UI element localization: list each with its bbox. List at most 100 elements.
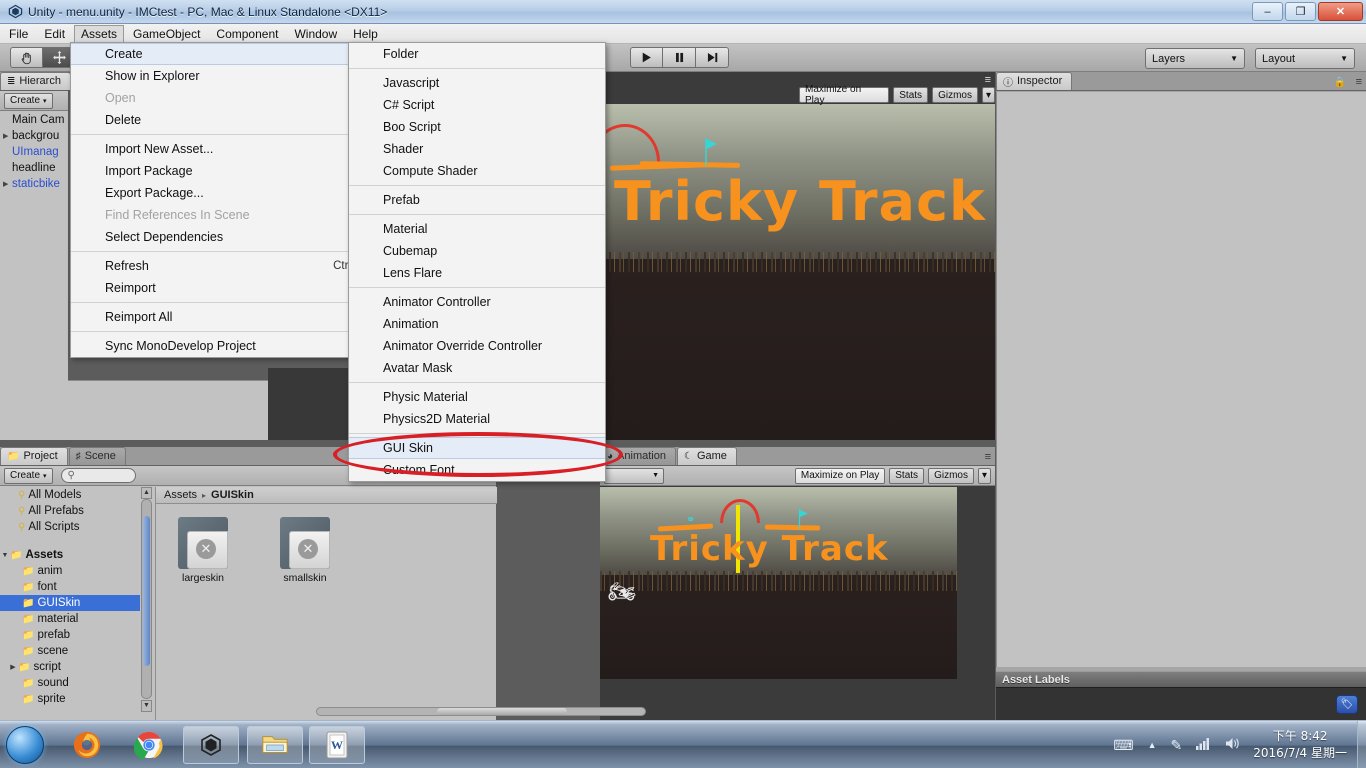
play-button[interactable] bbox=[630, 47, 663, 68]
tree-item-font[interactable]: 📁 font bbox=[0, 579, 140, 595]
tree-item-script[interactable]: ▶ 📁 script bbox=[0, 659, 140, 675]
tree-item-sprite[interactable]: 📁 sprite bbox=[0, 691, 140, 707]
aspect-dropdown[interactable]: ▼ bbox=[604, 467, 664, 484]
tree-item-assets[interactable]: ▼ 📁 Assets bbox=[0, 547, 140, 563]
menu-item-boo-script[interactable]: Boo Script bbox=[349, 116, 605, 138]
scene-stats-button[interactable]: Stats bbox=[893, 87, 929, 103]
tab-inspector[interactable]: ⓘ Inspector bbox=[996, 72, 1073, 90]
tree-item-guiskin[interactable]: 📁 GUISkin bbox=[0, 595, 140, 611]
show-hidden-icons-icon[interactable]: ▲ bbox=[1148, 740, 1157, 750]
breadcrumb-root[interactable]: Assets bbox=[164, 489, 197, 501]
menu-item-avatar-mask[interactable]: Avatar Mask bbox=[349, 357, 605, 379]
menu-item-reimport-all[interactable]: Reimport All bbox=[71, 306, 376, 328]
hierarchy-item[interactable]: Main Cam bbox=[0, 112, 68, 128]
menu-item-csharp-script[interactable]: C# Script bbox=[349, 94, 605, 116]
menu-item-create[interactable]: Create▶ bbox=[71, 43, 376, 65]
menu-item-reimport[interactable]: Reimport bbox=[71, 277, 376, 299]
tab-project[interactable]: 📁 Project bbox=[0, 447, 68, 465]
menu-item-material[interactable]: Material bbox=[349, 218, 605, 240]
menu-edit[interactable]: Edit bbox=[37, 25, 72, 43]
asset-item-largeskin[interactable]: ✕ largeskin bbox=[166, 517, 240, 584]
chevron-down-icon[interactable]: ▾ bbox=[981, 87, 995, 103]
tab-game[interactable]: ☾ Game bbox=[676, 447, 737, 465]
menu-gameobject[interactable]: GameObject bbox=[126, 25, 207, 43]
menu-window[interactable]: Window bbox=[287, 25, 344, 43]
close-button[interactable]: ✕ bbox=[1318, 2, 1363, 21]
menu-item-import-package[interactable]: Import Package▶ bbox=[71, 160, 376, 182]
menu-item-lens-flare[interactable]: Lens Flare bbox=[349, 262, 605, 284]
menu-item-custom-font[interactable]: Custom Font bbox=[349, 459, 605, 481]
minimize-button[interactable]: – bbox=[1252, 2, 1283, 21]
hand-tool-button[interactable] bbox=[10, 47, 43, 68]
menu-item-delete[interactable]: Delete bbox=[71, 109, 376, 131]
taskbar-clock[interactable]: 下午 8:42 2016/7/4 星期一 bbox=[1253, 728, 1347, 762]
scroll-up-arrow[interactable]: ▲ bbox=[141, 487, 152, 499]
taskbar-app-microsoft-word[interactable]: W bbox=[309, 726, 365, 764]
tree-item-prefab[interactable]: 📁 prefab bbox=[0, 627, 140, 643]
hamburger-menu-icon[interactable]: ≡ bbox=[1356, 76, 1362, 88]
chevron-right-icon[interactable]: ▶ bbox=[8, 663, 18, 671]
taskbar-app-file-explorer[interactable] bbox=[247, 726, 303, 764]
menu-item-physics2d-material[interactable]: Physics2D Material bbox=[349, 408, 605, 430]
taskbar-app-chrome[interactable] bbox=[130, 726, 168, 764]
layers-dropdown[interactable]: Layers ▼ bbox=[1145, 48, 1245, 69]
menu-item-show-in-explorer[interactable]: Show in Explorer bbox=[71, 65, 376, 87]
keyboard-icon[interactable]: ⌨ bbox=[1113, 737, 1133, 754]
network-icon[interactable] bbox=[1196, 737, 1211, 753]
menu-item-animator-override-controller[interactable]: Animator Override Controller bbox=[349, 335, 605, 357]
tag-icon[interactable]: 🏷 bbox=[1336, 695, 1358, 714]
menu-help[interactable]: Help bbox=[346, 25, 385, 43]
hierarchy-item[interactable]: UImanag bbox=[0, 144, 68, 160]
menu-item-animator-controller[interactable]: Animator Controller bbox=[349, 291, 605, 313]
hierarchy-item[interactable]: headline bbox=[0, 160, 68, 176]
menu-assets[interactable]: Assets bbox=[74, 24, 125, 43]
menu-item-refresh[interactable]: RefreshCtrl+R bbox=[71, 255, 376, 277]
tree-item-all-scripts[interactable]: ⚲ All Scripts bbox=[0, 519, 140, 535]
menu-item-physic-material[interactable]: Physic Material bbox=[349, 386, 605, 408]
menu-item-select-dependencies[interactable]: Select Dependencies bbox=[71, 226, 376, 248]
game-gizmos-button[interactable]: Gizmos bbox=[928, 467, 974, 484]
menu-item-animation[interactable]: Animation bbox=[349, 313, 605, 335]
scene-panel-menu[interactable]: ≡ bbox=[985, 74, 991, 86]
chevron-right-icon[interactable]: ▶ bbox=[3, 180, 12, 188]
menu-component[interactable]: Component bbox=[209, 25, 285, 43]
maximize-button[interactable]: ❐ bbox=[1285, 2, 1316, 21]
tab-scene[interactable]: ♯ Scene bbox=[68, 447, 126, 465]
scene-maximize-on-play-button[interactable]: Maximize on Play bbox=[799, 84, 890, 106]
chevron-right-icon[interactable]: ▶ bbox=[3, 132, 12, 140]
scene-gizmos-button[interactable]: Gizmos bbox=[932, 87, 978, 103]
game-maximize-on-play-button[interactable]: Maximize on Play bbox=[794, 467, 886, 484]
menu-file[interactable]: File bbox=[2, 25, 35, 43]
scene-render-canvas[interactable]: Tricky Track bbox=[600, 104, 995, 440]
chevron-down-icon[interactable]: ▼ bbox=[0, 552, 10, 559]
menu-item-cubemap[interactable]: Cubemap bbox=[349, 240, 605, 262]
menu-item-sync-monodevelop-project[interactable]: Sync MonoDevelop Project bbox=[71, 335, 376, 357]
start-button[interactable] bbox=[6, 726, 44, 764]
tree-item-all-models[interactable]: ⚲ All Models bbox=[0, 487, 140, 503]
game-stats-button[interactable]: Stats bbox=[889, 467, 925, 484]
taskbar-app-firefox[interactable] bbox=[68, 726, 106, 764]
tab-hierarchy[interactable]: ≣ Hierarch bbox=[0, 72, 71, 90]
menu-item-shader[interactable]: Shader bbox=[349, 138, 605, 160]
project-tree-scrollbar[interactable] bbox=[141, 499, 152, 699]
hierarchy-item[interactable]: ▶ staticbike bbox=[0, 176, 68, 192]
asset-labels-field[interactable]: 🏷 bbox=[996, 687, 1366, 720]
input-method-icon[interactable]: ✎ bbox=[1171, 737, 1183, 754]
asset-browser-scrollbar[interactable] bbox=[316, 707, 646, 716]
tree-item-sound[interactable]: 📁 sound bbox=[0, 675, 140, 691]
project-create-button[interactable]: Create ▾ bbox=[4, 467, 53, 484]
menu-item-compute-shader[interactable]: Compute Shader bbox=[349, 160, 605, 182]
tree-item-anim[interactable]: 📁 anim bbox=[0, 563, 140, 579]
hierarchy-create-button[interactable]: Create ▾ bbox=[4, 92, 53, 109]
layout-dropdown[interactable]: Layout ▼ bbox=[1255, 48, 1355, 69]
step-button[interactable] bbox=[696, 47, 729, 68]
hamburger-menu-icon[interactable]: ≡ bbox=[985, 451, 991, 463]
game-render-canvas[interactable]: ⚭ Tricky Track 🏍 bbox=[600, 487, 957, 679]
menu-item-gui-skin[interactable]: GUI Skin bbox=[349, 437, 605, 459]
volume-icon[interactable] bbox=[1225, 737, 1240, 753]
menu-item-folder[interactable]: Folder bbox=[349, 43, 605, 65]
scrollbar-thumb[interactable] bbox=[437, 708, 567, 715]
show-desktop-button[interactable] bbox=[1357, 721, 1366, 768]
tab-animation[interactable]: ◕ Animation bbox=[600, 447, 676, 465]
taskbar-app-unity[interactable] bbox=[183, 726, 239, 764]
